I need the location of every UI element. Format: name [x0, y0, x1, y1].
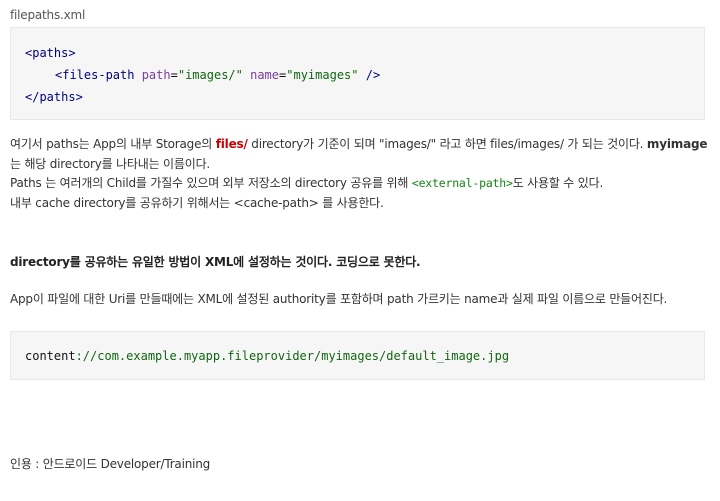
content-scheme: content — [25, 349, 76, 363]
para1-text-e: 는 해당 directory를 나타내는 이름이다. — [10, 156, 211, 171]
path-attr: path — [141, 68, 171, 82]
name-value: "myimages" — [286, 68, 359, 82]
code-line-files-path: <files-path path="images/" name="myimage… — [25, 64, 690, 86]
para1-text-a: 여기서 paths는 App의 내부 Storage의 — [10, 137, 216, 151]
code-line-paths-close: </paths> — [25, 86, 690, 108]
uri-path: ://com.example.myapp.fileprovider/myimag… — [75, 349, 510, 363]
file-name-label: filepaths.xml — [10, 8, 86, 22]
external-path-code: <external-path> — [411, 176, 513, 190]
bold-note: directory를 공유하는 유일한 방법이 XML에 설정하는 것이다. 코… — [10, 255, 421, 269]
paths-open-tag: <paths> — [25, 46, 76, 60]
citation: 인용 : 안드로이드 Developer/Training — [10, 457, 211, 471]
para1-text-f: Paths 는 여러개의 Child를 가질수 있으며 외부 저장소의 dire… — [10, 176, 412, 190]
code-line-paths-open: <paths> — [25, 42, 690, 64]
path-value: "images/" — [177, 68, 243, 82]
paths-close-tag: </paths> — [25, 90, 83, 104]
para1-text-c: directory가 기준이 되며 "images/" 라고 하면 files/… — [247, 137, 647, 151]
xml-code-block: <paths> <files-path path="images/" name=… — [10, 27, 705, 120]
name-attr: name — [250, 68, 280, 82]
para1-text-h: 도 사용할 수 있다. — [512, 176, 604, 190]
description-paragraph: 여기서 paths는 App의 내부 Storage의 files/ direc… — [10, 135, 710, 213]
self-close-tag: /> — [358, 68, 381, 82]
equals-1: = — [170, 68, 178, 82]
myimage-highlight: myimage — [646, 137, 708, 151]
files-path-tag: <files-path — [55, 68, 142, 82]
files-highlight: files/ — [215, 137, 248, 151]
uri-description: App이 파일에 대한 Uri를 만들때에는 XML에 설정된 authorit… — [10, 292, 668, 306]
uri-code-line: content://com.example.myapp.fileprovider… — [25, 345, 690, 367]
uri-code-block: content://com.example.myapp.fileprovider… — [10, 331, 705, 380]
para1-text-i: 내부 cache directory를 공유하기 위해서는 <cache-pat… — [10, 195, 384, 210]
